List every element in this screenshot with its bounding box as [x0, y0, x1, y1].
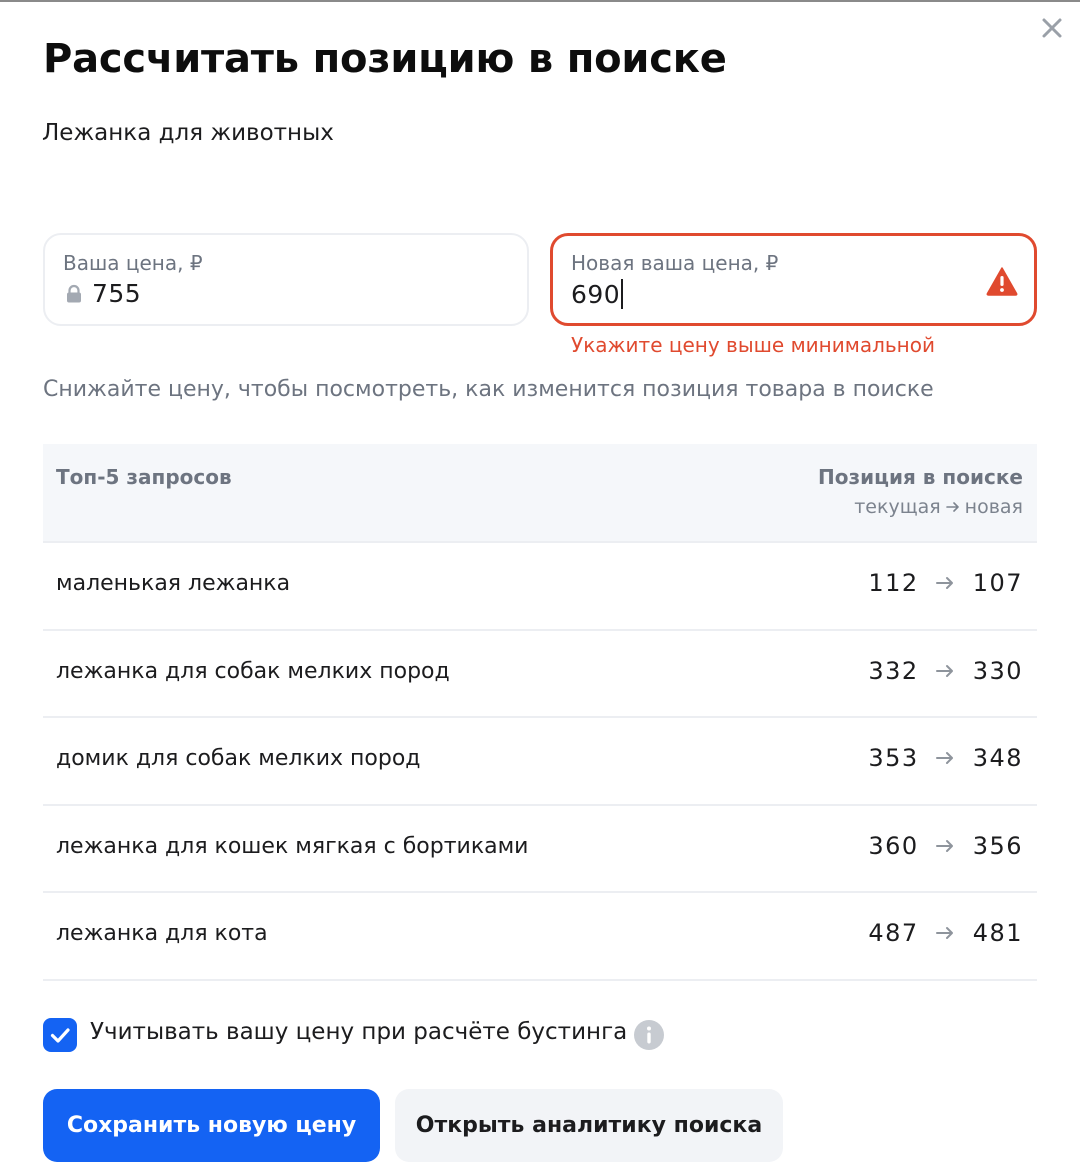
query-text: лежанка для кошек мягкая с бортиками	[56, 833, 529, 859]
current-position: 353	[868, 744, 919, 772]
table-row: лежанка для кота 487 481	[43, 893, 1037, 981]
table-row: лежанка для собак мелких пород 332 330	[43, 631, 1037, 718]
new-price-label: Новая ваша цена, ₽	[571, 251, 779, 275]
query-text: лежанка для собак мелких пород	[56, 658, 450, 684]
search-position-table: Топ-5 запросов Позиция в поиске текущая …	[43, 444, 1037, 981]
query-text: домик для собак мелких пород	[56, 746, 421, 771]
info-icon[interactable]	[633, 1019, 665, 1051]
query-text: маленькая лежанка	[56, 571, 291, 596]
open-search-analytics-button[interactable]: Открыть аналитику поиска	[395, 1089, 783, 1162]
position-change: 487 481	[868, 919, 1023, 947]
price-error-message: Укажите цену выше минимальной	[571, 333, 935, 357]
warning-icon	[986, 266, 1018, 296]
header-current-label: текущая	[854, 496, 941, 518]
boosting-checkbox-label[interactable]: Учитывать вашу цену при расчёте бустинга	[90, 1019, 627, 1045]
close-icon[interactable]	[1034, 10, 1070, 46]
table-row: домик для собак мелких пород 353 348	[43, 718, 1037, 806]
table-row: лежанка для кошек мягкая с бортиками 360…	[43, 806, 1037, 893]
new-position: 481	[972, 919, 1023, 947]
modal-title: Рассчитать позицию в поиске	[43, 36, 727, 82]
position-change: 360 356	[868, 832, 1023, 860]
arrow-right-icon	[945, 500, 961, 514]
arrow-right-icon	[933, 923, 957, 943]
new-position: 356	[972, 831, 1023, 860]
current-price-field: Ваша цена, ₽ 755	[43, 233, 529, 326]
query-text: лежанка для кота	[56, 921, 268, 946]
current-position: 332	[868, 656, 919, 685]
new-position: 107	[972, 569, 1023, 597]
text-caret	[621, 279, 624, 309]
arrow-right-icon	[933, 748, 957, 768]
position-change: 112 107	[868, 569, 1023, 597]
table-header: Топ-5 запросов Позиция в поиске текущая …	[43, 444, 1037, 543]
new-price-field[interactable]: Новая ваша цена, ₽ 690	[550, 233, 1037, 326]
arrow-right-icon	[933, 661, 957, 681]
position-change: 332 330	[868, 657, 1023, 685]
table-row: маленькая лежанка 112 107	[43, 543, 1037, 631]
save-new-price-button[interactable]: Сохранить новую цену	[43, 1089, 380, 1162]
product-name: Лежанка для животных и	[42, 120, 342, 146]
new-price-input[interactable]: 690	[571, 280, 620, 309]
new-position: 348	[972, 744, 1023, 772]
lock-icon	[63, 283, 85, 305]
top-border	[0, 0, 1080, 2]
current-position: 487	[868, 919, 919, 947]
new-position: 330	[972, 656, 1023, 685]
position-change: 353 348	[868, 744, 1023, 772]
header-top-queries: Топ-5 запросов	[56, 465, 232, 489]
current-position: 112	[868, 569, 919, 597]
arrow-right-icon	[933, 836, 957, 856]
boosting-checkbox[interactable]	[43, 1018, 77, 1052]
header-current-new: текущая новая	[854, 496, 1023, 518]
hint-text: Снижайте цену, чтобы посмотреть, как изм…	[43, 377, 934, 402]
current-price-value: 755	[92, 279, 142, 308]
header-search-position: Позиция в поиске	[818, 465, 1023, 489]
current-price-label: Ваша цена, ₽	[63, 251, 203, 275]
current-position: 360	[868, 831, 919, 860]
arrow-right-icon	[933, 573, 957, 593]
header-new-label: новая	[964, 496, 1023, 518]
